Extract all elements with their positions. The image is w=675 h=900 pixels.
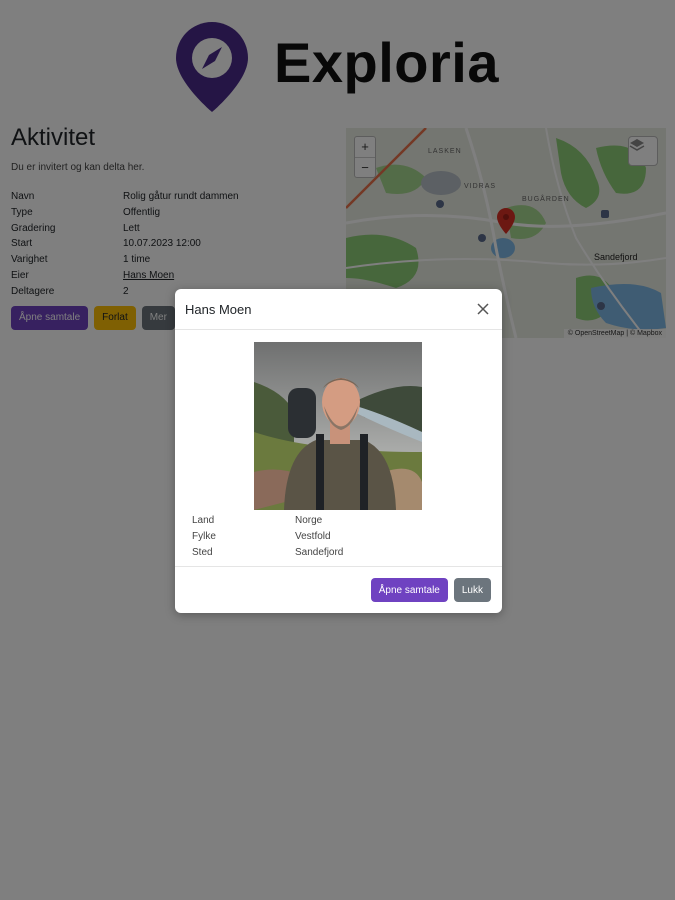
user-profile-modal: Hans Moen Land Norge Fylke Vestfold Sted… bbox=[175, 289, 502, 613]
info-label: Fylke bbox=[192, 531, 216, 542]
modal-footer: Åpne samtale Lukk bbox=[175, 567, 502, 602]
close-icon bbox=[477, 303, 489, 315]
info-label: Sted bbox=[192, 547, 213, 558]
page: Exploria Aktivitet Du er invitert og kan… bbox=[0, 0, 675, 900]
info-value: Sandefjord bbox=[295, 547, 344, 558]
info-row-place: Sted Sandefjord bbox=[192, 545, 343, 561]
modal-title: Hans Moen bbox=[185, 301, 252, 317]
info-row-county: Fylke Vestfold bbox=[192, 529, 343, 545]
modal-open-chat-button[interactable]: Åpne samtale bbox=[370, 578, 448, 602]
profile-photo bbox=[254, 342, 422, 510]
close-button[interactable] bbox=[474, 300, 492, 318]
info-value: Vestfold bbox=[295, 531, 331, 542]
info-label: Land bbox=[192, 515, 215, 526]
profile-photo-image bbox=[254, 342, 422, 510]
modal-header: Hans Moen bbox=[175, 289, 502, 330]
profile-info: Land Norge Fylke Vestfold Sted Sandefjor… bbox=[192, 513, 343, 561]
modal-body: Land Norge Fylke Vestfold Sted Sandefjor… bbox=[175, 330, 502, 567]
info-value: Norge bbox=[295, 515, 323, 526]
info-row-country: Land Norge bbox=[192, 513, 343, 529]
modal-close-button[interactable]: Lukk bbox=[453, 578, 491, 602]
